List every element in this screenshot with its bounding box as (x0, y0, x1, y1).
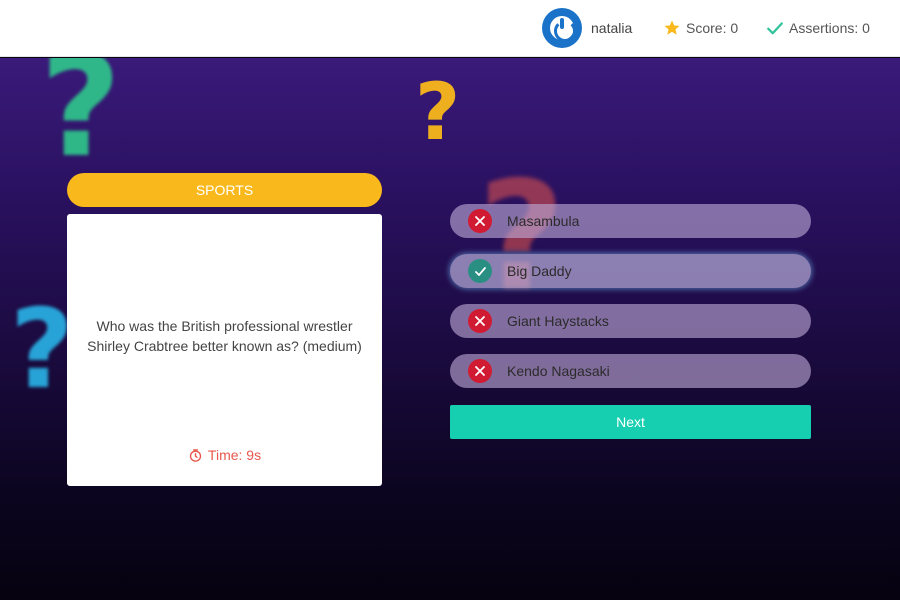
answer-label: Giant Haystacks (507, 313, 609, 329)
check-icon (468, 259, 492, 283)
check-icon (767, 22, 783, 35)
username: natalia (591, 20, 633, 36)
answer-option[interactable]: Kendo Nagasaki (450, 354, 811, 388)
x-icon (468, 309, 492, 333)
timer-label: Time: 9s (207, 447, 262, 463)
answer-label: Kendo Nagasaki (507, 363, 610, 379)
top-bar: natalia Score: 0 Assertions: 0 (0, 0, 900, 57)
timer: Time: 9s (67, 447, 382, 463)
question-card: Who was the British professional wrestle… (67, 214, 382, 486)
answer-option[interactable]: Giant Haystacks (450, 304, 811, 338)
assertions-stat: Assertions: 0 (766, 19, 870, 37)
user-profile[interactable]: natalia (542, 8, 632, 48)
question-mark-decoration: ? (10, 285, 74, 413)
answer-label: Big Daddy (507, 263, 572, 279)
stopwatch-icon (189, 448, 202, 462)
answer-label: Masambula (507, 213, 580, 229)
answer-option[interactable]: Big Daddy (450, 254, 811, 288)
next-button[interactable]: Next (450, 405, 811, 439)
avatar[interactable] (542, 8, 582, 48)
question-mark-decoration: ? (40, 58, 122, 189)
score-label: Score: 0 (686, 20, 739, 36)
category-badge: SPORTS (67, 173, 382, 207)
answer-option[interactable]: Masambula (450, 204, 811, 238)
score-stat: Score: 0 (663, 19, 738, 37)
star-icon (664, 20, 680, 35)
x-icon (468, 359, 492, 383)
x-icon (468, 209, 492, 233)
question-text: Who was the British professional wrestle… (87, 318, 362, 354)
assertions-label: Assertions: 0 (789, 20, 870, 36)
question-mark-decoration: ? (415, 68, 461, 158)
